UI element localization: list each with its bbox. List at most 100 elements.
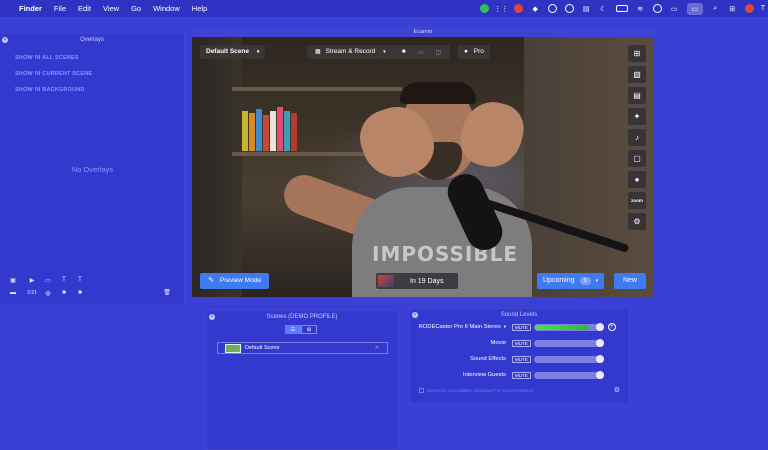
menu-view[interactable]: View <box>103 4 119 13</box>
close-icon[interactable]: × <box>2 37 8 43</box>
menu-window[interactable]: Window <box>153 4 180 13</box>
volume-slider-handle[interactable] <box>595 371 604 379</box>
screen-share-mode-icon[interactable]: ▭ <box>416 49 426 56</box>
overlays-title-text: Overlays <box>80 37 104 43</box>
audio-settings-icon[interactable]: ⚙ <box>614 386 620 394</box>
magic-wand-icon[interactable]: ✦ <box>628 108 646 125</box>
trash-icon[interactable]: 🗑 <box>162 288 172 296</box>
text-overlay-icon[interactable]: T <box>59 276 69 284</box>
scene-list-item[interactable]: Default Scene ✕ <box>217 342 388 354</box>
volume-slider[interactable] <box>533 371 604 379</box>
stream-mode-dropdown[interactable]: ▦ Stream & Record ▾ <box>307 45 394 59</box>
source-mode-toggle: ■ ▭ ◫ <box>392 45 450 59</box>
grid-icon[interactable]: ⋮⋮ <box>494 4 508 13</box>
control-center-icon[interactable]: ⊞ <box>728 4 737 13</box>
moon-icon[interactable]: ☾ <box>599 4 608 13</box>
mute-button[interactable]: MUTE <box>512 371 531 379</box>
audio-source-label: Movie <box>490 340 506 346</box>
mute-button[interactable]: MUTE <box>512 323 531 331</box>
music-note-icon[interactable]: ♪ <box>628 129 646 146</box>
upcoming-dropdown[interactable]: Upcoming 3 ▾ <box>537 273 605 289</box>
show-in-background-link[interactable]: SHOW IN BACKGROUND <box>15 87 85 93</box>
audio-device-label: RODECaster Pro II Main Stereo <box>418 324 501 330</box>
volume-slider-handle[interactable] <box>595 323 604 331</box>
record-icon[interactable] <box>513 4 523 13</box>
close-icon[interactable]: × <box>209 314 215 320</box>
mute-button[interactable]: MUTE <box>512 339 531 347</box>
menu-edit[interactable]: Edit <box>78 4 91 13</box>
guests-icon[interactable]: ● <box>628 171 646 188</box>
list-view-icon[interactable]: ☰ <box>285 325 301 334</box>
camera-preview[interactable]: IMPOSSIBLE Default Scene ▾ ▦ Stream & Re… <box>192 37 654 297</box>
image-overlay-icon[interactable]: ▣ <box>8 276 18 284</box>
layout-icon[interactable]: ⊞ <box>628 45 646 62</box>
screen-record-icon[interactable]: ▭ <box>670 4 679 13</box>
dropbox-icon[interactable]: ◆ <box>531 4 540 13</box>
volume-slider-handle[interactable] <box>595 355 604 363</box>
pro-label: Pro <box>473 48 484 55</box>
scene-dropdown[interactable]: Default Scene ▾ <box>200 45 266 59</box>
clock-icon[interactable] <box>652 4 662 13</box>
screen-overlay-icon[interactable]: ▭ <box>43 276 53 284</box>
wifi-icon[interactable]: ≋ <box>636 4 645 13</box>
settings-gear-icon[interactable]: ⚙ <box>628 213 646 230</box>
add-audio-source-icon[interactable]: + <box>607 323 616 331</box>
volume-slider-handle[interactable] <box>595 339 604 347</box>
calendar-icon[interactable]: ▤ <box>582 4 591 13</box>
volume-slider[interactable] <box>533 323 604 331</box>
show-in-current-scene-link[interactable]: SHOW IN CURRENT SCENE <box>15 71 92 77</box>
show-in-all-scenes-link[interactable]: SHOW IN ALL SCENES <box>15 55 79 61</box>
banner-overlay-icon[interactable]: ▬ <box>8 289 18 297</box>
battery-icon[interactable] <box>615 5 628 12</box>
camera-mode-icon[interactable]: ■ <box>399 49 409 56</box>
chevron-down-icon: ▾ <box>595 278 599 284</box>
sound-title-text: Sound Levels <box>500 312 538 318</box>
sound-row-sound-effects: Sound Effects MUTE <box>410 354 630 364</box>
menubar-clock-text[interactable]: T <box>761 5 765 12</box>
echo-cancellation-option[interactable]: Use Echo Cancellation (Disabled For Curr… <box>419 388 534 393</box>
pro-account-button[interactable]: ● Pro <box>458 45 490 59</box>
menu-bar: Finder File Edit View Go Window Help ⋮⋮ … <box>0 0 768 17</box>
scene-dropdown-label: Default Scene <box>206 48 249 55</box>
audio-source-label: Interview Guests <box>462 372 506 378</box>
video-list-icon[interactable]: ▤ <box>628 87 646 104</box>
more-icon[interactable]: ✕ <box>375 345 379 351</box>
timer-overlay-icon[interactable]: 3:21 <box>25 289 39 297</box>
pencil-icon: ✎ <box>208 277 214 284</box>
video-overlay-icon[interactable]: ▶ <box>27 276 37 284</box>
menu-file[interactable]: File <box>54 4 66 13</box>
apple-menu-icon[interactable] <box>1 4 11 14</box>
sound-levels-panel: × Sound Levels RODECaster Pro II Main St… <box>409 308 629 404</box>
shape-overlay-icon[interactable]: ■ <box>75 289 85 297</box>
volume-slider[interactable] <box>533 339 604 347</box>
preview-mode-button[interactable]: ✎ Preview Mode <box>200 273 270 289</box>
lower-third-icon[interactable]: T <box>75 276 85 284</box>
echo-cancellation-checkbox[interactable] <box>419 388 424 393</box>
background-door <box>192 37 242 297</box>
web-overlay-icon[interactable]: ◍ <box>43 289 53 297</box>
menu-app-finder[interactable]: Finder <box>19 4 42 13</box>
zoom-button[interactable]: zoom <box>628 192 646 209</box>
camera-overlay-icon[interactable]: ■ <box>59 289 69 297</box>
split-mode-icon[interactable]: ◫ <box>433 49 443 56</box>
mute-button[interactable]: MUTE <box>512 355 531 363</box>
target-icon[interactable] <box>547 4 557 13</box>
upcoming-event-card[interactable]: In 19 Days <box>376 273 458 289</box>
close-icon[interactable]: × <box>412 312 418 318</box>
sync-icon[interactable] <box>564 4 574 13</box>
spotlight-search-icon[interactable]: ⌕ <box>711 4 720 13</box>
audio-device-dropdown[interactable]: RODECaster Pro II Main Stereo ▾ <box>410 324 512 330</box>
scenes-panel: × Scenes (DEMO PROFILE) ☰ ⊞ Default Scen… <box>206 310 398 450</box>
new-event-button[interactable]: New <box>614 273 646 289</box>
volume-slider[interactable] <box>533 355 604 363</box>
status-green-icon[interactable] <box>479 4 489 13</box>
event-countdown-text: In 19 Days <box>410 277 444 285</box>
menu-go[interactable]: Go <box>131 4 141 13</box>
siri-icon[interactable] <box>744 4 754 13</box>
grid-view-icon[interactable]: ⊞ <box>301 325 317 334</box>
display-icon[interactable]: ▭ <box>686 2 703 15</box>
comments-icon[interactable]: ▢ <box>628 150 646 167</box>
menubar-status-area: ⋮⋮ ◆ ▤ ☾ ≋ ▭ ▭ ⌕ ⊞ T <box>476 0 768 17</box>
image-icon[interactable]: ▨ <box>628 66 646 83</box>
menu-help[interactable]: Help <box>192 4 207 13</box>
